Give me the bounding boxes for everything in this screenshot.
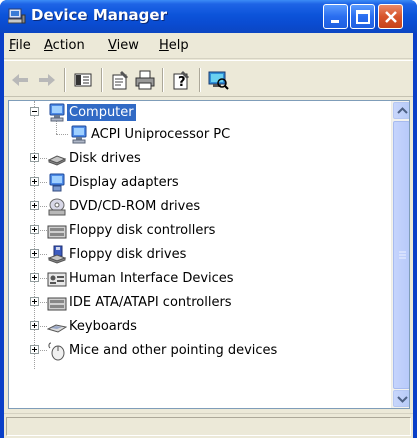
tree-item-display-adapters[interactable]: Display adapters xyxy=(9,171,391,195)
toolbar-separator xyxy=(162,68,164,92)
menu-bar: File Action View Help xyxy=(4,33,413,59)
expand-icon[interactable] xyxy=(30,321,39,330)
controller-icon xyxy=(47,297,67,311)
maximize-icon xyxy=(356,10,370,24)
tree-item-label: DVD/CD-ROM drives xyxy=(69,199,201,214)
scroll-down-button[interactable] xyxy=(393,390,409,407)
chevron-down-icon xyxy=(397,396,408,403)
tree-item-human-interface-devices[interactable]: Human Interface Devices xyxy=(9,267,391,291)
tree-item-floppy-disk-controllers[interactable]: Floppy disk controllers xyxy=(9,219,391,243)
window-title: Device Manager xyxy=(31,6,167,24)
display-adapter-icon xyxy=(49,173,65,192)
title-bar[interactable]: Device Manager xyxy=(0,0,417,33)
expand-icon[interactable] xyxy=(30,297,39,306)
device-tree-panel: Computer ACPI Uniprocessor PC Disk drive… xyxy=(8,100,410,409)
tree-item-label: Mice and other pointing devices xyxy=(69,343,278,358)
expand-icon[interactable] xyxy=(30,249,39,258)
properties-icon[interactable] xyxy=(109,69,131,91)
floppy-drive-icon xyxy=(47,245,67,264)
menu-view-accel: V xyxy=(108,38,117,53)
tree-item-label: Floppy disk controllers xyxy=(69,223,216,238)
tree-item-dvd-cdrom-drives[interactable]: DVD/CD-ROM drives xyxy=(9,195,391,219)
toolbar-separator xyxy=(199,68,201,92)
tree-item-acpi-uniprocessor-pc[interactable]: ACPI Uniprocessor PC xyxy=(9,123,391,147)
expand-icon[interactable] xyxy=(30,345,39,354)
hid-icon xyxy=(47,272,67,287)
tree-connector xyxy=(40,350,47,351)
expand-icon[interactable] xyxy=(30,201,39,210)
minimize-button[interactable] xyxy=(323,4,348,29)
keyboard-icon xyxy=(47,324,67,333)
tree-connector xyxy=(40,206,47,207)
computer-icon xyxy=(49,103,65,122)
tree-item-label: Display adapters xyxy=(69,175,179,190)
menu-help-accel: H xyxy=(159,38,169,53)
show-hide-console-tree-icon[interactable] xyxy=(72,69,94,91)
tree-item-disk-drives[interactable]: Disk drives xyxy=(9,147,391,171)
tree-item-label: Computer xyxy=(67,104,136,121)
menu-file[interactable]: File xyxy=(9,38,31,53)
menu-action[interactable]: Action xyxy=(44,38,85,53)
controller-icon xyxy=(47,225,67,239)
menu-file-accel: F xyxy=(9,38,16,53)
tree-connector xyxy=(40,254,47,255)
tree-item-label: Disk drives xyxy=(69,151,141,166)
toolbar-separator xyxy=(64,68,66,92)
tree-item-label: ACPI Uniprocessor PC xyxy=(91,127,231,142)
scroll-thumb[interactable] xyxy=(393,121,409,389)
maximize-button[interactable] xyxy=(350,4,375,29)
disk-drive-icon xyxy=(47,155,67,166)
tree-connector xyxy=(40,326,47,327)
tree-item-label: Human Interface Devices xyxy=(69,271,234,286)
help-icon[interactable]: ? xyxy=(170,69,192,91)
tree-item-floppy-disk-drives[interactable]: Floppy disk drives xyxy=(9,243,391,267)
tree-item-keyboards[interactable]: Keyboards xyxy=(9,315,391,339)
cdrom-icon xyxy=(48,198,66,216)
forward-icon[interactable] xyxy=(36,69,58,91)
toolbar-separator xyxy=(101,68,103,92)
tree-connector xyxy=(40,230,47,231)
tree-connector xyxy=(40,278,47,279)
device-manager-icon xyxy=(8,8,26,24)
expand-icon[interactable] xyxy=(30,177,39,186)
toolbar: ? xyxy=(4,60,413,97)
scan-hardware-icon[interactable] xyxy=(207,69,229,91)
tree-connector xyxy=(40,182,47,183)
window-client-area: File Action View Help ? Computer ACPI Un… xyxy=(4,33,413,438)
expand-icon[interactable] xyxy=(30,273,39,282)
print-icon[interactable] xyxy=(134,69,156,91)
tree-connector xyxy=(40,158,47,159)
vertical-scrollbar[interactable] xyxy=(391,101,409,408)
scroll-up-button[interactable] xyxy=(393,102,409,119)
svg-text:?: ? xyxy=(178,75,186,90)
close-button[interactable] xyxy=(378,4,403,29)
tree-item-computer[interactable]: Computer xyxy=(9,101,391,125)
tree-item-label: Keyboards xyxy=(69,319,137,334)
minimize-icon xyxy=(331,20,339,23)
status-pane xyxy=(6,417,411,436)
collapse-icon[interactable] xyxy=(30,107,39,116)
tree-item-mice-and-other-pointing-devices[interactable]: Mice and other pointing devices xyxy=(9,339,391,363)
mouse-icon xyxy=(48,342,65,361)
status-bar xyxy=(4,413,413,438)
expand-icon[interactable] xyxy=(30,225,39,234)
device-tree[interactable]: Computer ACPI Uniprocessor PC Disk drive… xyxy=(9,101,391,408)
chevron-up-icon xyxy=(397,107,408,114)
computer-icon xyxy=(71,125,87,144)
tree-connector xyxy=(40,302,47,303)
tree-item-label: IDE ATA/ATAPI controllers xyxy=(69,295,232,310)
device-manager-window: Device Manager File Action View Help ? C… xyxy=(0,0,417,438)
back-icon[interactable] xyxy=(9,69,31,91)
menu-view[interactable]: View xyxy=(108,38,139,53)
tree-item-label: Floppy disk drives xyxy=(69,247,187,262)
close-icon xyxy=(385,11,397,23)
menu-action-accel: A xyxy=(44,38,53,53)
expand-icon[interactable] xyxy=(30,153,39,162)
tree-item-ide-ata-atapi-controllers[interactable]: IDE ATA/ATAPI controllers xyxy=(9,291,391,315)
menu-help[interactable]: Help xyxy=(159,38,189,53)
grip-icon xyxy=(399,251,406,259)
